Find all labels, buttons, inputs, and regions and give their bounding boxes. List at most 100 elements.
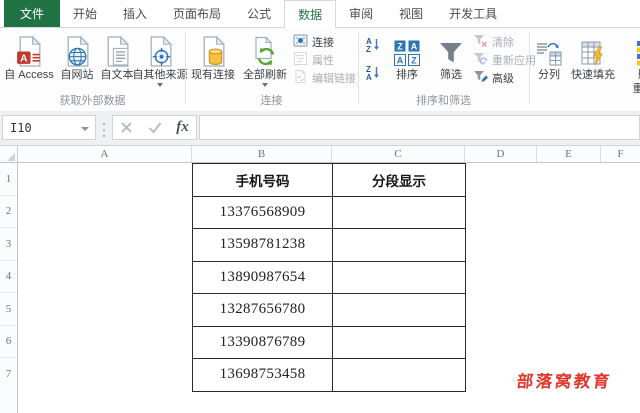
from-other-sources-button[interactable]: 自其他来源 bbox=[137, 31, 183, 95]
cell-phone-number[interactable]: 13287656780 bbox=[193, 294, 333, 327]
svg-text:Z: Z bbox=[397, 42, 403, 52]
clear-filter-button: 清除 bbox=[473, 33, 514, 51]
sort-button[interactable]: Z A A Z 排序 bbox=[385, 31, 429, 95]
flash-fill-icon bbox=[579, 31, 607, 67]
column-header-c[interactable]: C bbox=[332, 146, 465, 162]
sort-ascending-button[interactable]: A Z bbox=[361, 31, 383, 57]
row-header-1[interactable]: 1 bbox=[0, 163, 17, 196]
cell-phone-number[interactable]: 13598781238 bbox=[193, 229, 333, 262]
sort-descending-button[interactable]: Z A bbox=[361, 59, 383, 85]
tab-insert[interactable]: 插入 bbox=[110, 0, 160, 27]
filter-button[interactable]: 筛选 bbox=[431, 31, 471, 95]
remove-duplicates-icon bbox=[636, 31, 640, 67]
refresh-icon bbox=[251, 31, 279, 67]
sort-dialog-icon: Z A A Z bbox=[393, 31, 421, 67]
sort-az-icon: A Z bbox=[364, 36, 381, 53]
tab-data[interactable]: 数据 bbox=[284, 0, 336, 28]
enter-icon[interactable] bbox=[148, 121, 162, 134]
column-header-row: A B C D E F bbox=[0, 146, 640, 163]
svg-text:A: A bbox=[397, 56, 404, 66]
cell-segment-display[interactable] bbox=[333, 326, 466, 359]
sort-za-icon: Z A bbox=[364, 64, 381, 81]
refresh-all-button[interactable]: 全部刷新 bbox=[241, 31, 289, 95]
cell-phone-number[interactable]: 13376568909 bbox=[193, 196, 333, 229]
row-header-2[interactable]: 2 bbox=[0, 196, 17, 229]
column-header-d[interactable]: D bbox=[465, 146, 537, 162]
remove-duplicates-button[interactable]: 删除 重复项 bbox=[619, 31, 640, 95]
insert-function-button[interactable]: fx bbox=[176, 119, 189, 136]
select-all-corner[interactable] bbox=[0, 146, 18, 162]
column-header-e[interactable]: E bbox=[537, 146, 601, 162]
flash-fill-button[interactable]: 快速填充 bbox=[569, 31, 617, 95]
table-row: 13890987654 bbox=[193, 261, 466, 294]
from-access-button[interactable]: A 自 Access bbox=[2, 31, 56, 95]
dropdown-caret-icon bbox=[157, 83, 163, 87]
column-header-a[interactable]: A bbox=[18, 146, 192, 162]
text-to-columns-button[interactable]: 分列 bbox=[531, 31, 567, 95]
globe-file-icon bbox=[64, 31, 91, 67]
row-header-3[interactable]: 3 bbox=[0, 228, 17, 261]
group-label-connections: 连接 bbox=[185, 92, 358, 108]
cell-phone-header[interactable]: 手机号码 bbox=[193, 164, 333, 197]
column-header-b[interactable]: B bbox=[192, 146, 332, 162]
cell-segment-display[interactable] bbox=[333, 294, 466, 327]
cell-segment-display[interactable] bbox=[333, 359, 466, 392]
tab-home[interactable]: 开始 bbox=[60, 0, 110, 27]
cell-phone-number[interactable]: 13698753458 bbox=[193, 359, 333, 392]
advanced-filter-icon bbox=[473, 69, 488, 87]
reapply-filter-button: 重新应用 bbox=[473, 51, 536, 69]
table-row: 13287656780 bbox=[193, 294, 466, 327]
tab-review[interactable]: 审阅 bbox=[336, 0, 386, 27]
group-label-sort-filter: 排序和筛选 bbox=[358, 92, 529, 108]
tab-formulas[interactable]: 公式 bbox=[234, 0, 284, 27]
from-web-button[interactable]: 自网站 bbox=[57, 31, 97, 95]
cell-phone-number[interactable]: 13890987654 bbox=[193, 261, 333, 294]
crosshair-file-icon bbox=[147, 31, 174, 67]
row-header-7[interactable]: 7 bbox=[0, 358, 17, 391]
cell-segment-display[interactable] bbox=[333, 196, 466, 229]
cell-segment-display[interactable] bbox=[333, 261, 466, 294]
tab-file[interactable]: 文件 bbox=[4, 0, 60, 27]
tab-view[interactable]: 视图 bbox=[386, 0, 436, 27]
access-file-icon: A bbox=[16, 31, 43, 67]
formula-bar-splitter[interactable] bbox=[103, 123, 105, 125]
table-header-row: 手机号码 分段显示 bbox=[193, 164, 466, 197]
table-row: 13376568909 bbox=[193, 196, 466, 229]
properties-icon bbox=[293, 51, 308, 69]
connections-button[interactable]: 连接 bbox=[293, 33, 334, 51]
formula-buttons: fx bbox=[112, 115, 197, 140]
cancel-icon[interactable] bbox=[120, 121, 133, 134]
advanced-filter-button[interactable]: 高级 bbox=[473, 69, 514, 87]
cell-phone-number[interactable]: 13390876789 bbox=[193, 326, 333, 359]
reapply-filter-icon bbox=[473, 51, 488, 69]
name-box[interactable]: I10 bbox=[2, 115, 96, 140]
group-separator bbox=[529, 32, 530, 104]
existing-connections-button[interactable]: 现有连接 bbox=[189, 31, 237, 95]
edit-links-icon bbox=[293, 69, 308, 87]
phone-table: 手机号码 分段显示 13376568909 13598781238 138909… bbox=[192, 163, 466, 392]
database-file-icon bbox=[200, 31, 227, 67]
column-header-f[interactable]: F bbox=[601, 146, 640, 162]
cell-segment-header[interactable]: 分段显示 bbox=[333, 164, 466, 197]
text-to-columns-icon bbox=[535, 31, 563, 67]
name-box-caret-icon[interactable] bbox=[81, 127, 89, 131]
formula-input[interactable] bbox=[199, 115, 640, 140]
name-box-value: I10 bbox=[10, 121, 32, 135]
formula-bar: I10 fx bbox=[0, 111, 640, 146]
row-header-5[interactable]: 5 bbox=[0, 293, 17, 326]
svg-text:A: A bbox=[20, 53, 28, 64]
row-header-4[interactable]: 4 bbox=[0, 261, 17, 294]
cell-segment-display[interactable] bbox=[333, 229, 466, 262]
dropdown-caret-icon bbox=[262, 83, 268, 87]
tab-page-layout[interactable]: 页面布局 bbox=[160, 0, 234, 27]
funnel-icon bbox=[437, 31, 465, 67]
properties-button: 属性 bbox=[293, 51, 334, 69]
ribbon-data-tab-panel: A 自 Access 自网站 自文本 bbox=[0, 28, 640, 112]
row-header-6[interactable]: 6 bbox=[0, 326, 17, 359]
svg-text:A: A bbox=[366, 73, 372, 81]
svg-text:A: A bbox=[411, 42, 418, 52]
tab-developer[interactable]: 开发工具 bbox=[436, 0, 510, 27]
edit-links-button: 编辑链接 bbox=[293, 69, 356, 87]
from-text-button[interactable]: 自文本 bbox=[97, 31, 137, 95]
text-file-icon bbox=[104, 31, 131, 67]
